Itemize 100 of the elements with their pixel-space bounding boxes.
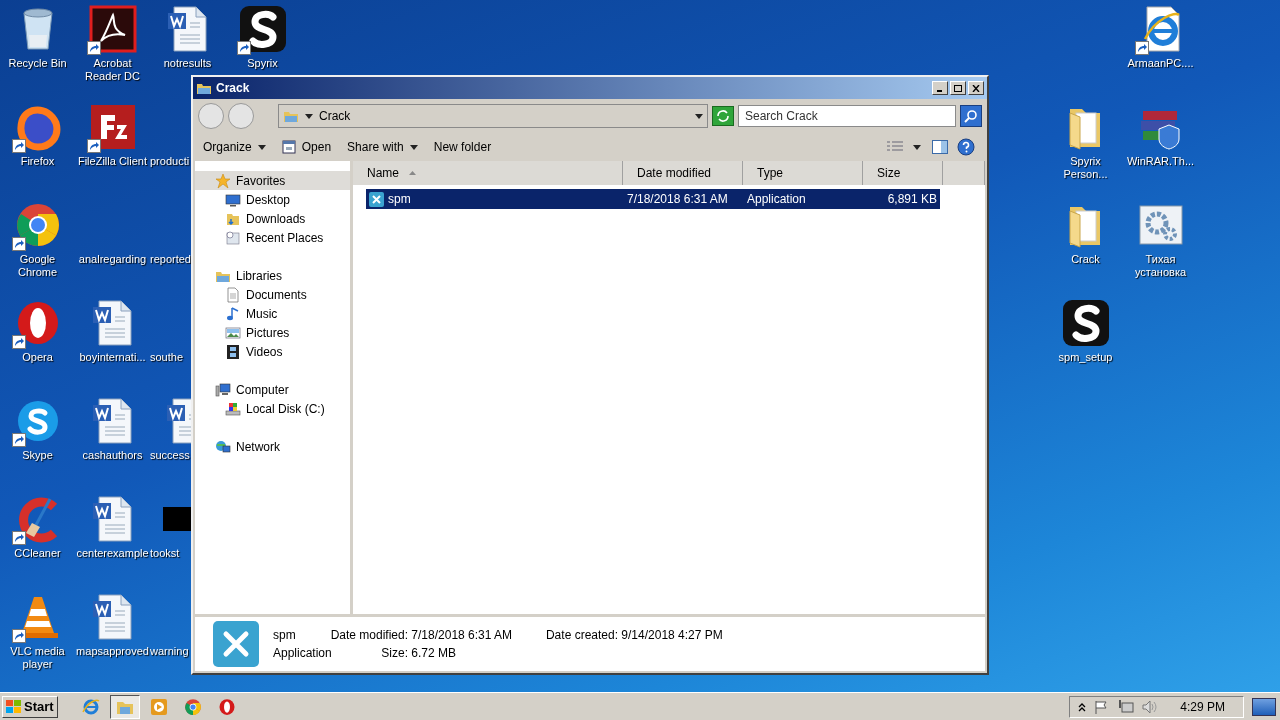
address-bar[interactable]: Crack (278, 104, 708, 128)
window-icon (281, 140, 296, 154)
desktop-icon-label: producti (150, 155, 190, 168)
desktop-icon-label: ArmaanPC.... (1126, 57, 1195, 70)
computer-icon (215, 381, 231, 398)
toolbar-button[interactable]: Share with (341, 135, 424, 159)
details-field: Date created: 9/14/2018 4:27 PM (538, 626, 748, 644)
caret-icon (695, 113, 703, 119)
music-note-icon (225, 305, 241, 322)
preview-pane-icon (932, 140, 948, 154)
start-button[interactable]: Start (2, 695, 58, 718)
nav-item[interactable]: Music (195, 304, 350, 323)
e-logo-icon (81, 697, 100, 716)
toolbar-button[interactable]: New folder (427, 135, 498, 159)
desktop-icon-label: centerexample (75, 547, 150, 560)
desktop-icon-label: southe (150, 351, 184, 364)
column-header[interactable]: Name (353, 161, 623, 185)
nav-item[interactable]: Favorites (195, 171, 350, 190)
file-name: spm (388, 191, 411, 208)
refresh-icon (716, 110, 730, 122)
toolbar-button[interactable]: Open (275, 135, 338, 159)
nav-item[interactable]: Desktop (195, 190, 350, 209)
toolbar-button[interactable]: Organize (197, 135, 272, 159)
search-button[interactable] (960, 105, 982, 127)
nav-item[interactable]: Pictures (195, 323, 350, 342)
nav-item[interactable]: Local Disk (C:) (195, 399, 350, 418)
tools-icon (213, 621, 259, 667)
caret-icon (913, 144, 921, 150)
desktop-icon-label: spm_setup (1057, 351, 1114, 364)
desktop-icon-label: Тихая установка (1133, 253, 1188, 279)
document-icon (225, 286, 241, 303)
nav-item[interactable]: Libraries (195, 266, 350, 285)
help-button[interactable] (955, 136, 977, 158)
desktop-icon-label: Skype (21, 449, 54, 462)
chevron-up-icon[interactable] (1078, 701, 1087, 712)
picture-icon (225, 324, 241, 341)
desktop-icon-label: boyinternati... (78, 351, 147, 364)
nav-item[interactable]: Videos (195, 342, 350, 361)
nav-item[interactable]: Computer (195, 380, 350, 399)
file-row[interactable]: spm 7/18/2018 6:31 AM Application 6,891 KB (366, 189, 940, 209)
star-icon (215, 172, 231, 189)
taskbar-app[interactable] (109, 694, 140, 719)
nav-item[interactable]: Network (195, 437, 350, 456)
nav-item[interactable]: Downloads (195, 209, 350, 228)
desktop-icon-label: tookst (150, 547, 180, 560)
desktop-icon-label: notresults (162, 57, 213, 70)
refresh-button[interactable] (712, 106, 734, 126)
desktop-icon-label: success (150, 449, 190, 462)
s-logo-icon (1061, 299, 1110, 347)
desktop-icon-label: analregarding (77, 253, 148, 266)
desktop-icon-label: Spyrix Person... (1062, 155, 1109, 181)
window-title: Crack (216, 80, 251, 97)
desktop-icon-label: Acrobat Reader DC (84, 57, 141, 83)
type-cell-text: Application (746, 191, 807, 208)
tools-icon (369, 191, 384, 207)
column-header[interactable]: Date modified (623, 161, 743, 185)
clock: 4:29 PM (1180, 698, 1225, 716)
caret-icon (257, 144, 266, 150)
details-file-name: spm (273, 627, 297, 644)
desktop-icon-label: Spyrix (246, 57, 279, 70)
swirl-logo-icon (88, 5, 137, 53)
desktop-icon-label: Recycle Bin (7, 57, 68, 70)
desktop-icon-label: WinRAR.Th... (1125, 155, 1196, 168)
ring-logo-icon (217, 697, 236, 716)
help-icon (957, 138, 975, 156)
show-desktop-button[interactable] (1252, 697, 1276, 716)
maximize-icon (954, 84, 962, 92)
search-field[interactable]: Search Crack (738, 105, 956, 127)
hard-disk-icon (225, 400, 241, 417)
circle-logo-icon (183, 697, 202, 716)
desktop-icon-label: CCleaner (13, 547, 62, 560)
fz-logo-icon (88, 103, 137, 151)
details-field: Date modified: 7/18/2018 6:31 AM (328, 626, 538, 644)
desktop-icon-label: Opera (21, 351, 54, 364)
monitor-icon (225, 191, 241, 208)
close-button[interactable] (968, 81, 984, 95)
s-logo-icon (238, 5, 287, 53)
speaker-icon[interactable] (1142, 699, 1159, 714)
size-cell-text: 6,891 KB (886, 191, 938, 208)
nav-item[interactable]: Documents (195, 285, 350, 304)
recent-places-icon (225, 229, 241, 246)
desktop-icon-label: reported (150, 253, 191, 266)
sort-arrow-icon (409, 171, 416, 175)
column-header[interactable]: Type (743, 161, 863, 185)
maximize-button[interactable] (950, 81, 966, 95)
network-icon[interactable] (1118, 699, 1135, 714)
caret-icon (409, 144, 418, 150)
desktop-icon-label: VLC media player (9, 645, 66, 671)
column-header[interactable]: Size (863, 161, 943, 185)
desktop-icon-label: FileZilla Client (76, 155, 149, 168)
play-icon (149, 697, 168, 716)
desktop-icon-label: Google Chrome (16, 253, 59, 279)
nav-item[interactable]: Recent Places (195, 228, 350, 247)
desktop-icon-label: warning (150, 645, 189, 658)
desktop-icon-label: Crack (1070, 253, 1101, 266)
search-icon (964, 109, 978, 123)
list-view-icon (887, 141, 903, 153)
minimize-button[interactable] (932, 81, 948, 95)
desktop-icon-label: cashauthors (81, 449, 144, 462)
film-strip-icon (225, 343, 241, 360)
